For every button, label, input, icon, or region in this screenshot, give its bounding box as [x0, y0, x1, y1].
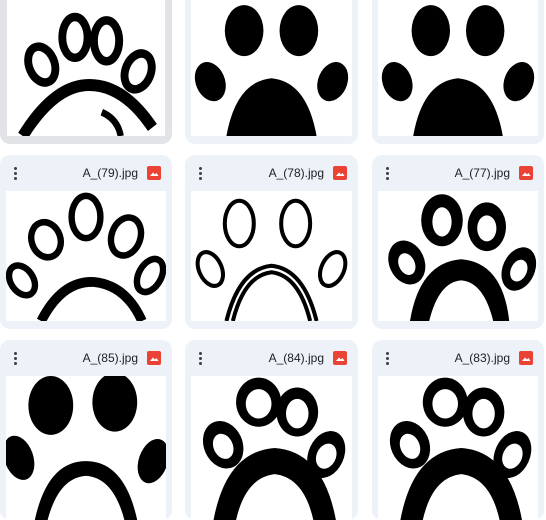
file-card-header: A_(83).jpg [372, 340, 544, 376]
more-vert-icon[interactable] [380, 164, 394, 182]
more-vert-icon[interactable] [8, 164, 22, 182]
file-card[interactable]: A_(84).jpg [185, 340, 358, 520]
paw-brush-thumbnail [6, 192, 166, 321]
file-thumbnail [378, 376, 538, 520]
paw-solid-thumbnail [381, 5, 535, 136]
file-card-header: A_(78).jpg [185, 155, 358, 191]
more-vert-icon[interactable] [193, 164, 207, 182]
file-grid: A_(79).jpg A_(78).jpg A_(77).jpg A_(85).… [0, 0, 546, 520]
file-name: A_(84).jpg [268, 351, 324, 365]
file-card-header: A_(85).jpg [0, 340, 172, 376]
paw-grunge-thumbnail [202, 377, 346, 520]
more-vert-icon[interactable] [193, 349, 207, 367]
file-name: A_(85).jpg [82, 351, 138, 365]
file-card[interactable] [0, 0, 172, 144]
paw-solid-thumbnail [194, 5, 349, 136]
file-name: A_(78).jpg [268, 166, 324, 180]
file-name: A_(77).jpg [454, 166, 510, 180]
more-vert-icon[interactable] [380, 349, 394, 367]
paw-bold-outline-thumbnail [388, 194, 537, 321]
file-thumbnail [6, 376, 166, 520]
file-thumbnail [7, 0, 165, 136]
file-card[interactable]: A_(83).jpg [372, 340, 544, 520]
paw-solid-thumbnail [6, 376, 166, 520]
paw-grunge-thumbnail [389, 377, 532, 520]
paw-sketch-thumbnail [195, 198, 348, 321]
file-thumbnail [191, 0, 352, 136]
file-card[interactable]: A_(77).jpg [372, 155, 544, 329]
paw-outline-thumbnail [18, 12, 157, 136]
file-card-header: A_(79).jpg [0, 155, 172, 191]
file-card[interactable] [372, 0, 544, 144]
image-file-icon [333, 351, 347, 365]
file-card[interactable]: A_(85).jpg [0, 340, 172, 520]
file-thumbnail [191, 376, 352, 520]
file-card[interactable]: A_(79).jpg [0, 155, 172, 329]
file-thumbnail [378, 191, 538, 321]
file-thumbnail [191, 191, 352, 321]
image-file-icon [147, 166, 161, 180]
image-file-icon [147, 351, 161, 365]
file-name: A_(79).jpg [82, 166, 138, 180]
file-card-header: A_(84).jpg [185, 340, 358, 376]
more-vert-icon[interactable] [8, 349, 22, 367]
file-card[interactable] [185, 0, 358, 144]
image-file-icon [333, 166, 347, 180]
file-card-header: A_(77).jpg [372, 155, 544, 191]
file-name: A_(83).jpg [454, 351, 510, 365]
image-file-icon [519, 166, 533, 180]
image-file-icon [519, 351, 533, 365]
file-thumbnail [6, 191, 166, 321]
file-thumbnail [378, 0, 538, 136]
file-card[interactable]: A_(78).jpg [185, 155, 358, 329]
